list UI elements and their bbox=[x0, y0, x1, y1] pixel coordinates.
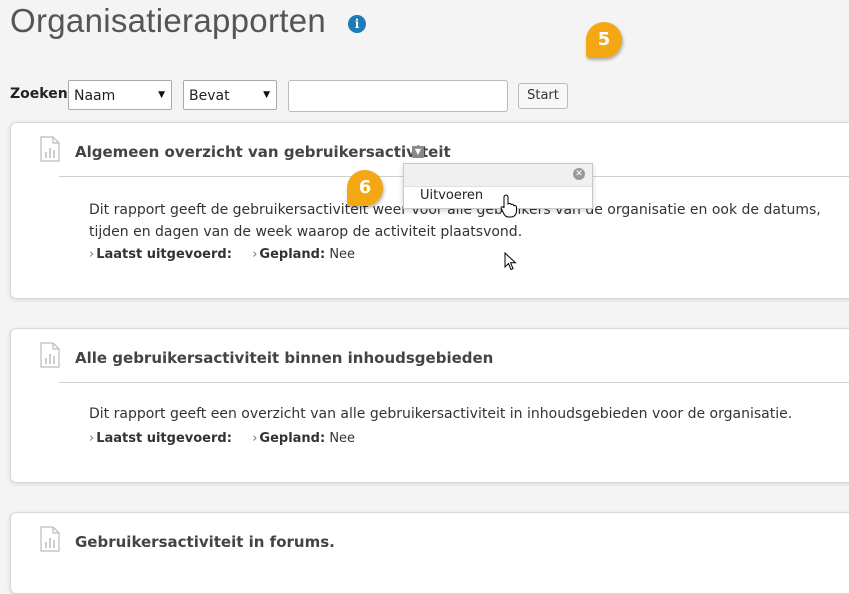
step-callout-5-label: 5 bbox=[597, 29, 611, 50]
report-card: Gebruikersactiviteit in forums. bbox=[10, 512, 849, 594]
step-callout-6: 6 bbox=[347, 170, 383, 206]
search-operator-select[interactable]: Bevat ▼ bbox=[183, 80, 277, 110]
start-button[interactable]: Start bbox=[518, 83, 568, 109]
page-title: Organisatierapporten bbox=[10, 2, 327, 39]
report-card: Algemeen overzicht van gebruikersactivit… bbox=[10, 122, 849, 299]
step-callout-6-label: 6 bbox=[358, 177, 372, 198]
report-title[interactable]: Alle gebruikersactiviteit binnen inhouds… bbox=[75, 349, 493, 367]
chevron-down-icon: ▼ bbox=[263, 90, 270, 100]
info-icon[interactable]: i bbox=[348, 15, 366, 33]
report-card: Alle gebruikersactiviteit binnen inhouds… bbox=[10, 328, 849, 483]
context-menu-header: ✕ bbox=[404, 164, 592, 187]
chevron-down-icon: ▼ bbox=[158, 90, 165, 100]
chevron-right-icon: › bbox=[89, 431, 95, 446]
close-icon[interactable]: ✕ bbox=[573, 168, 585, 180]
report-meta: › Laatst uitgevoerd: › Gepland: Nee bbox=[89, 431, 355, 446]
report-title[interactable]: Gebruikersactiviteit in forums. bbox=[75, 533, 335, 551]
divider bbox=[59, 382, 849, 383]
arrow-cursor-icon bbox=[504, 252, 517, 271]
context-menu-toggle[interactable]: ▼ bbox=[412, 146, 424, 158]
report-description: Dit rapport geeft een overzicht van alle… bbox=[89, 406, 793, 422]
report-meta: › Laatst uitgevoerd: › Gepland: Nee bbox=[89, 247, 355, 262]
search-field-select-value: Naam bbox=[74, 88, 116, 104]
scheduled-label: Gepland: bbox=[259, 247, 326, 262]
report-document-icon bbox=[40, 342, 60, 368]
report-title[interactable]: Algemeen overzicht van gebruikersactivit… bbox=[75, 143, 451, 161]
chevron-right-icon: › bbox=[89, 247, 95, 262]
scheduled-label: Gepland: bbox=[259, 431, 326, 446]
search-label: Zoeken bbox=[10, 86, 68, 102]
hand-cursor-icon bbox=[500, 194, 517, 218]
scheduled-value: Nee bbox=[329, 431, 356, 446]
report-document-icon bbox=[40, 526, 60, 552]
report-document-icon bbox=[40, 136, 60, 162]
search-field-select[interactable]: Naam ▼ bbox=[68, 80, 172, 110]
search-input[interactable] bbox=[288, 80, 508, 112]
context-menu: ✕ Uitvoeren bbox=[403, 163, 593, 209]
search-operator-select-value: Bevat bbox=[189, 88, 230, 104]
last-run-label: Laatst uitgevoerd: bbox=[96, 431, 232, 446]
menu-item-run[interactable]: Uitvoeren bbox=[420, 188, 483, 203]
step-callout-5: 5 bbox=[586, 22, 622, 58]
scheduled-value: Nee bbox=[329, 247, 356, 262]
chevron-right-icon: › bbox=[252, 247, 258, 262]
chevron-right-icon: › bbox=[252, 431, 258, 446]
last-run-label: Laatst uitgevoerd: bbox=[96, 247, 232, 262]
